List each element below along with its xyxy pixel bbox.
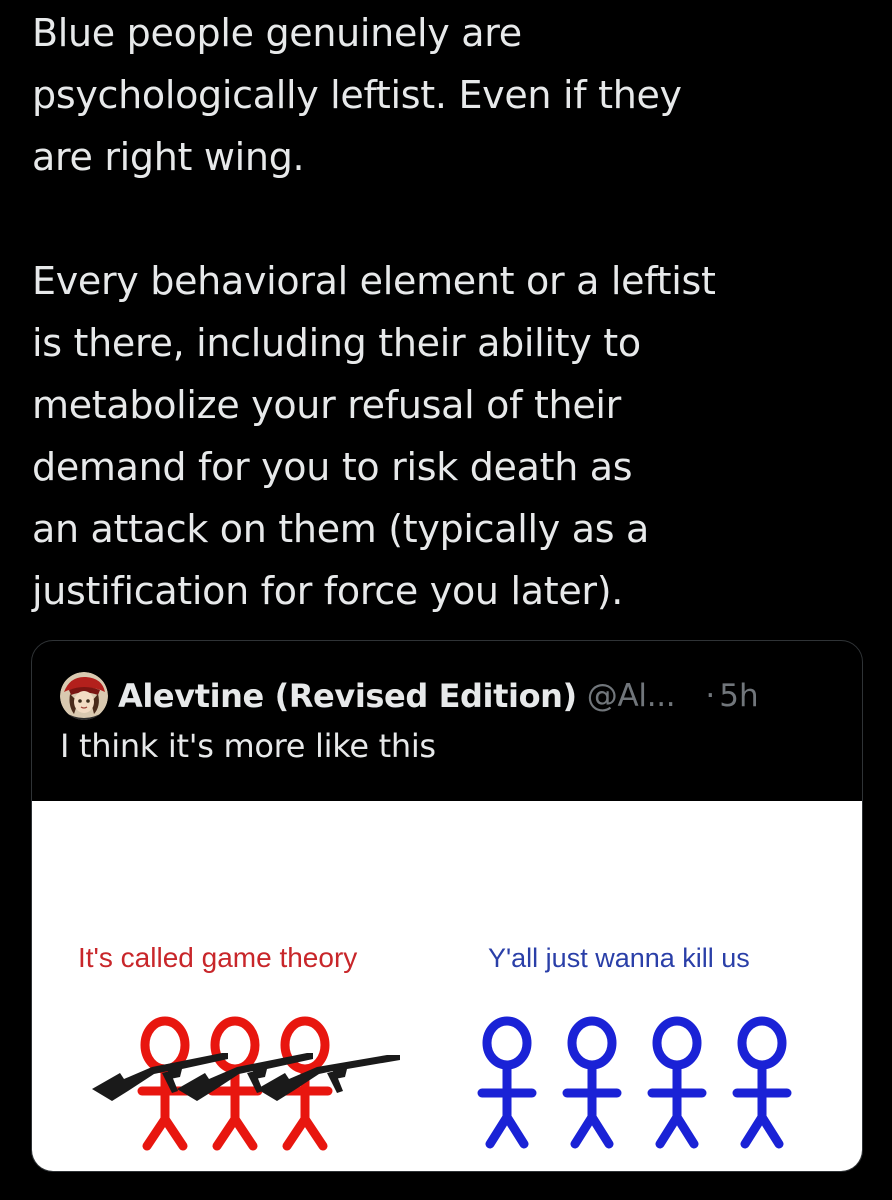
tweet-text-line: demand for you to risk death as — [32, 445, 633, 489]
blue-stick-figure — [647, 1016, 707, 1149]
quoted-tweet-header: Alevtine (Revised Edition) @Al... · 5h — [60, 671, 759, 721]
blue-stick-figure — [732, 1016, 792, 1149]
meme-left-caption: It's called game theory — [78, 942, 357, 973]
red-stick-figure — [137, 1016, 193, 1151]
post-timestamp[interactable]: 5h — [719, 678, 758, 714]
author-avatar[interactable] — [60, 672, 108, 720]
tweet-text: Blue people genuinely are psychologicall… — [32, 2, 862, 622]
author-name[interactable]: Alevtine (Revised Edition) — [118, 677, 577, 715]
quoted-tweet-card[interactable]: Alevtine (Revised Edition) @Al... · 5h I… — [31, 640, 863, 1172]
blue-stick-figure — [477, 1016, 537, 1149]
meme-image[interactable]: It's called game theory Y'all just wanna… — [32, 801, 862, 1171]
separator-dot: · — [705, 678, 716, 714]
author-handle[interactable]: @Al... — [587, 678, 676, 714]
tweet-text-line: justification for force you later). — [32, 569, 624, 613]
tweet-text-line: Every behavioral element or a leftist — [32, 259, 716, 303]
tweet-text-line: metabolize your refusal of their — [32, 383, 621, 427]
tweet-text-line: is there, including their ability to — [32, 321, 641, 365]
meme-right-caption: Y'all just wanna kill us — [488, 943, 750, 973]
quoted-tweet-text: I think it's more like this — [60, 727, 436, 765]
blue-stick-figures — [477, 1016, 792, 1149]
blue-stick-figure — [562, 1016, 622, 1149]
tweet-text-line: psychologically leftist. Even if they — [32, 73, 682, 117]
tweet-text-line: an attack on them (typically as a — [32, 507, 649, 551]
tweet-text-line: are right wing. — [32, 135, 305, 179]
tweet-text-line: Blue people genuinely are — [32, 11, 522, 55]
